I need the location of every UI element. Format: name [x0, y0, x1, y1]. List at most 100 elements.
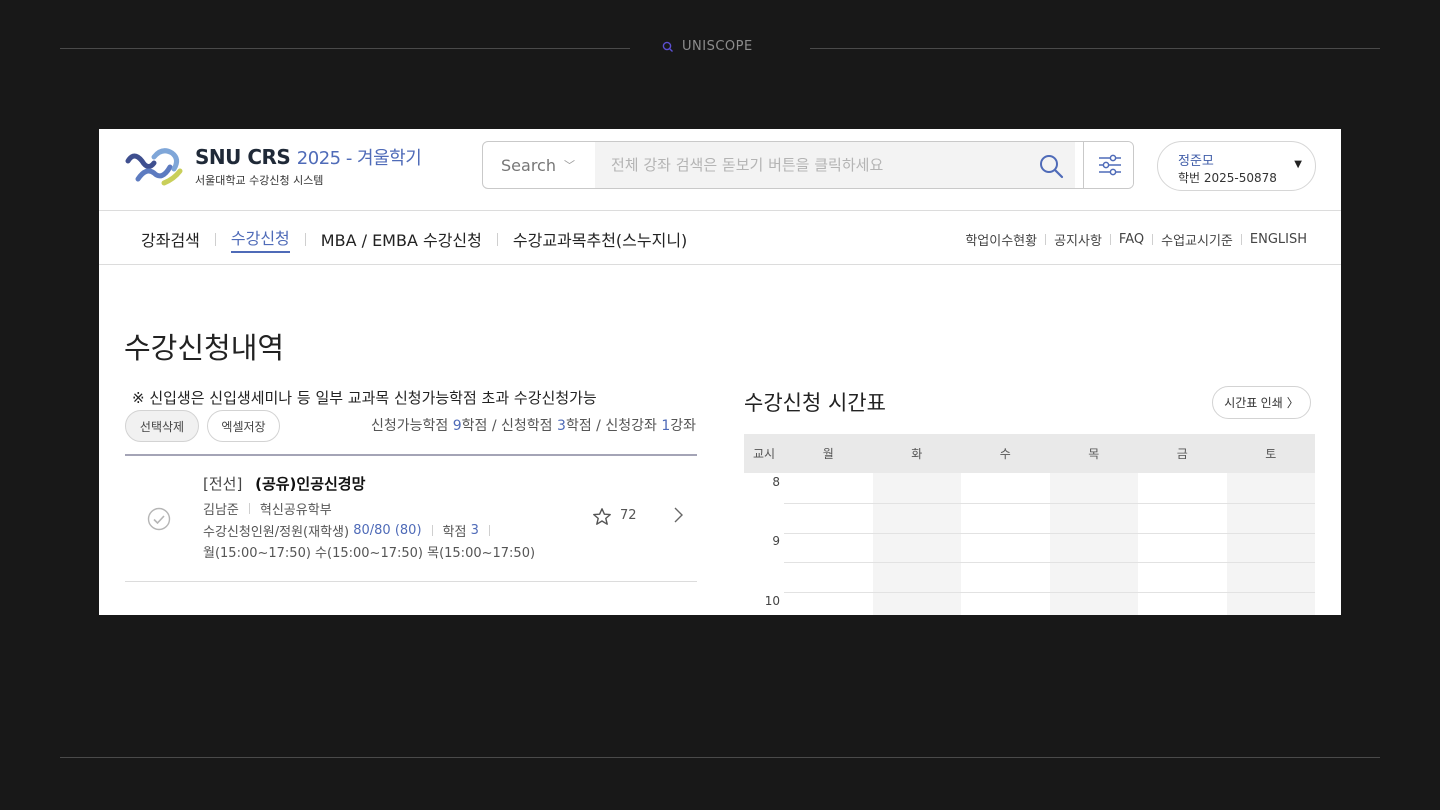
- nav-util-items: 학업이수현황 공지사항 FAQ 수업교시기준 ENGLISH: [965, 230, 1307, 249]
- nav-item-recommendation[interactable]: 수강교과목추천(스누지니): [513, 227, 687, 251]
- course-times: 월(15:00~17:50) 수(15:00~17:50) 목(15:00~17…: [203, 546, 536, 561]
- snu-logo-icon[interactable]: [124, 143, 186, 187]
- nav-divider: [304, 232, 306, 246]
- enroll-value: 80/80 (80): [353, 523, 422, 538]
- sliders-icon: [1098, 154, 1121, 176]
- period-label: 8: [772, 475, 780, 489]
- day-header-thu: 목: [1088, 447, 1100, 461]
- system-name: SNU CRS: [195, 145, 291, 169]
- professor-name: 김남준: [203, 503, 239, 518]
- credit-unit: 학점: [565, 418, 592, 434]
- timetable-gridline: [784, 592, 1315, 593]
- main-nav: 강좌검색 수강신청 MBA / EMBA 수강신청 수강교과목추천(스누지니) …: [99, 211, 1341, 265]
- timetable: 교시 월 화 수 목 금 토 8 9 10: [744, 434, 1315, 615]
- period-label: 10: [764, 594, 780, 608]
- brand-label: UNISCOPE: [682, 39, 753, 54]
- timetable-column[interactable]: [872, 473, 961, 615]
- nav-item-mba-registration[interactable]: MBA / EMBA 수강신청: [321, 227, 482, 251]
- applied-courses-value: 1: [661, 418, 671, 434]
- day-header-wed: 수: [999, 447, 1011, 461]
- search-icon: [662, 41, 673, 52]
- bottom-divider: [60, 757, 1380, 758]
- period-header: 교시: [752, 447, 776, 461]
- chevron-down-icon: ﹀: [563, 159, 575, 172]
- chevron-right-icon[interactable]: [671, 506, 685, 524]
- meta-divider: [431, 525, 433, 536]
- course-title[interactable]: [전선] (공유)인공신경망: [203, 473, 365, 494]
- logo-subtitle: 서울대학교 수강신청 시스템: [195, 174, 324, 187]
- search-box: Search ﹀: [482, 141, 1134, 189]
- star-count: 72: [620, 508, 637, 523]
- timetable-column[interactable]: [1226, 473, 1315, 615]
- course-kind: [전선]: [203, 475, 243, 493]
- nav-item-course-search[interactable]: 강좌검색: [141, 227, 200, 251]
- app-window: SNU CRS 2025 - 겨울학기 서울대학교 수강신청 시스템 Searc…: [99, 129, 1341, 615]
- credit-value: 3: [470, 523, 479, 538]
- course-name: (공유)인공신경망: [255, 475, 366, 493]
- timetable-column[interactable]: [1138, 473, 1227, 615]
- print-timetable-button[interactable]: 시간표 인쇄 〉: [1212, 386, 1311, 419]
- nav-divider: [1109, 234, 1111, 245]
- top-divider-right: [810, 48, 1380, 49]
- timetable-gridline: [784, 533, 1315, 534]
- timetable-column[interactable]: [784, 473, 873, 615]
- applied-courses-label: 신청강좌: [605, 418, 657, 434]
- day-header-sat: 토: [1265, 447, 1277, 461]
- timetable-column[interactable]: [1049, 473, 1138, 615]
- search-input[interactable]: [595, 142, 1075, 188]
- credit-unit: 학점: [461, 418, 488, 434]
- nav-item-registration[interactable]: 수강신청: [230, 225, 290, 253]
- print-timetable-label: 시간표 인쇄: [1224, 396, 1283, 410]
- search-scope-label: Search: [501, 155, 556, 175]
- nav-item-english[interactable]: ENGLISH: [1250, 232, 1307, 247]
- nav-divider: [214, 232, 216, 246]
- nav-divider: [1240, 234, 1242, 245]
- top-divider-left: [60, 48, 630, 49]
- day-header-mon: 월: [822, 447, 834, 461]
- timetable-header: 교시 월 화 수 목 금 토: [744, 434, 1315, 473]
- timetable-gridline: [784, 503, 1315, 504]
- credit-label: 학점: [442, 525, 467, 540]
- period-label: 9: [772, 534, 780, 548]
- timetable-grid[interactable]: [784, 473, 1315, 615]
- available-credits-value: 9: [452, 418, 462, 434]
- search-scope-select[interactable]: Search ﹀: [483, 142, 593, 188]
- course-unit: 강좌: [670, 418, 696, 434]
- nav-item-notices[interactable]: 공지사항: [1054, 230, 1102, 249]
- user-menu[interactable]: 정준모 학번 2025-50878 ▼: [1157, 141, 1316, 191]
- credit-summary: 신청가능학점 9학점 / 신청학점 3학점 / 신청강좌 1강좌: [370, 418, 696, 434]
- logo-title[interactable]: SNU CRS 2025 - 겨울학기: [195, 144, 422, 170]
- department-name: 혁신공유학부: [259, 503, 332, 518]
- term-label: 2025 - 겨울학기: [296, 148, 422, 169]
- timetable-title: 수강신청 시간표: [744, 391, 886, 415]
- meta-divider: [248, 503, 250, 514]
- filter-button[interactable]: [1083, 142, 1133, 188]
- available-credits-label: 신청가능학점: [370, 418, 449, 434]
- check-circle-icon[interactable]: [147, 507, 171, 531]
- nav-divider: [1045, 234, 1047, 245]
- course-meta: 김남준 혁신공유학부: [203, 499, 332, 518]
- caret-down-icon: ▼: [1294, 159, 1302, 170]
- user-name: 정준모: [1178, 154, 1214, 169]
- nav-divider: [1152, 234, 1154, 245]
- applied-credits-label: 신청학점: [501, 418, 553, 434]
- nav-item-class-period[interactable]: 수업교시기준: [1161, 230, 1233, 249]
- enroll-label: 수강신청인원/정원(재학생): [203, 525, 350, 540]
- star-icon[interactable]: [592, 507, 612, 527]
- nav-main-items: 강좌검색 수강신청 MBA / EMBA 수강신청 수강교과목추천(스누지니): [141, 225, 687, 253]
- timetable-gridline: [784, 562, 1315, 563]
- timetable-column[interactable]: [961, 473, 1050, 615]
- nav-item-academic-status[interactable]: 학업이수현황: [965, 230, 1037, 249]
- excel-save-button[interactable]: 엑셀저장: [207, 410, 280, 442]
- day-header-fri: 금: [1176, 447, 1188, 461]
- search-button-icon[interactable]: [1038, 153, 1064, 179]
- nav-item-faq[interactable]: FAQ: [1119, 232, 1144, 247]
- page-title: 수강신청내역: [124, 331, 285, 365]
- freshman-notice: ※ 신입생은 신입생세미나 등 일부 교과목 신청가능학점 초과 수강신청가능: [132, 389, 597, 407]
- meta-divider: [488, 525, 490, 536]
- delete-selected-button[interactable]: 선택삭제: [125, 410, 199, 442]
- student-id: 학번 2025-50878: [1178, 171, 1277, 185]
- header: SNU CRS 2025 - 겨울학기 서울대학교 수강신청 시스템 Searc…: [99, 129, 1341, 211]
- list-item[interactable]: [전선] (공유)인공신경망 김남준 혁신공유학부 수강신청인원/정원(재학생)…: [125, 456, 697, 582]
- applied-credits-value: 3: [557, 418, 566, 434]
